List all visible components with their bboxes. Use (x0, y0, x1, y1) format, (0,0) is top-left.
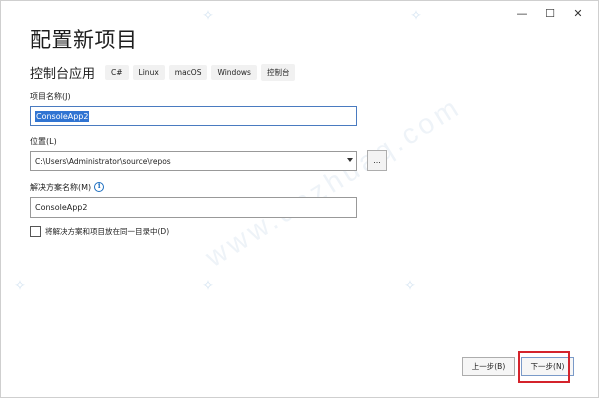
location-value: C:\Users\Administrator\source\repos (35, 156, 171, 166)
sparkle-icon: ✧ (202, 278, 214, 294)
chevron-down-icon[interactable] (347, 158, 353, 162)
location-label: 位置(L) (30, 137, 57, 146)
minimize-button[interactable]: — (508, 3, 536, 23)
solution-name-label-row: 解决方案名称(M) (30, 181, 105, 193)
project-name-value: ConsoleApp2 (35, 110, 90, 122)
info-icon[interactable] (94, 181, 105, 192)
configure-project-window: www.dnzhuaq.com ✧ ✧ ✧ ✧ ✧ — ☐ ✕ 配置新项目 控制… (0, 0, 599, 398)
template-name: 控制台应用 (30, 67, 96, 82)
solution-name-label: 解决方案名称(M) (30, 183, 92, 192)
same-directory-label: 将解决方案和项目放在同一目录中(D) (45, 227, 170, 236)
back-button[interactable]: 上一步(B) (462, 357, 515, 376)
same-directory-option[interactable]: 将解决方案和项目放在同一目录中(D) (30, 226, 169, 237)
close-button[interactable]: ✕ (564, 3, 592, 23)
page-title: 配置新项目 (30, 28, 138, 52)
tag-project-type: 控制台 (260, 64, 296, 81)
location-combobox[interactable]: C:\Users\Administrator\source\repos (30, 151, 357, 171)
sparkle-icon: ✧ (410, 8, 422, 24)
sparkle-icon: ✧ (404, 278, 416, 294)
window-controls: — ☐ ✕ (508, 3, 592, 23)
same-directory-checkbox[interactable] (30, 226, 41, 237)
maximize-button[interactable]: ☐ (536, 3, 564, 23)
sparkle-icon: ✧ (14, 278, 26, 294)
next-button[interactable]: 下一步(N) (521, 357, 574, 376)
tag-platform-macos: macOS (168, 65, 208, 80)
sparkle-icon: ✧ (202, 8, 214, 24)
project-name-input[interactable]: ConsoleApp2 (30, 106, 357, 126)
tag-platform-linux: Linux (132, 65, 165, 80)
solution-name-value: ConsoleApp2 (35, 203, 88, 212)
project-name-label: 项目名称(J) (30, 92, 71, 101)
tag-language: C# (105, 65, 129, 80)
template-info: 控制台应用 C# Linux macOS Windows 控制台 (30, 63, 299, 82)
browse-button[interactable]: ... (367, 150, 387, 171)
tag-platform-windows: Windows (211, 65, 257, 80)
solution-name-input[interactable]: ConsoleApp2 (30, 197, 357, 218)
